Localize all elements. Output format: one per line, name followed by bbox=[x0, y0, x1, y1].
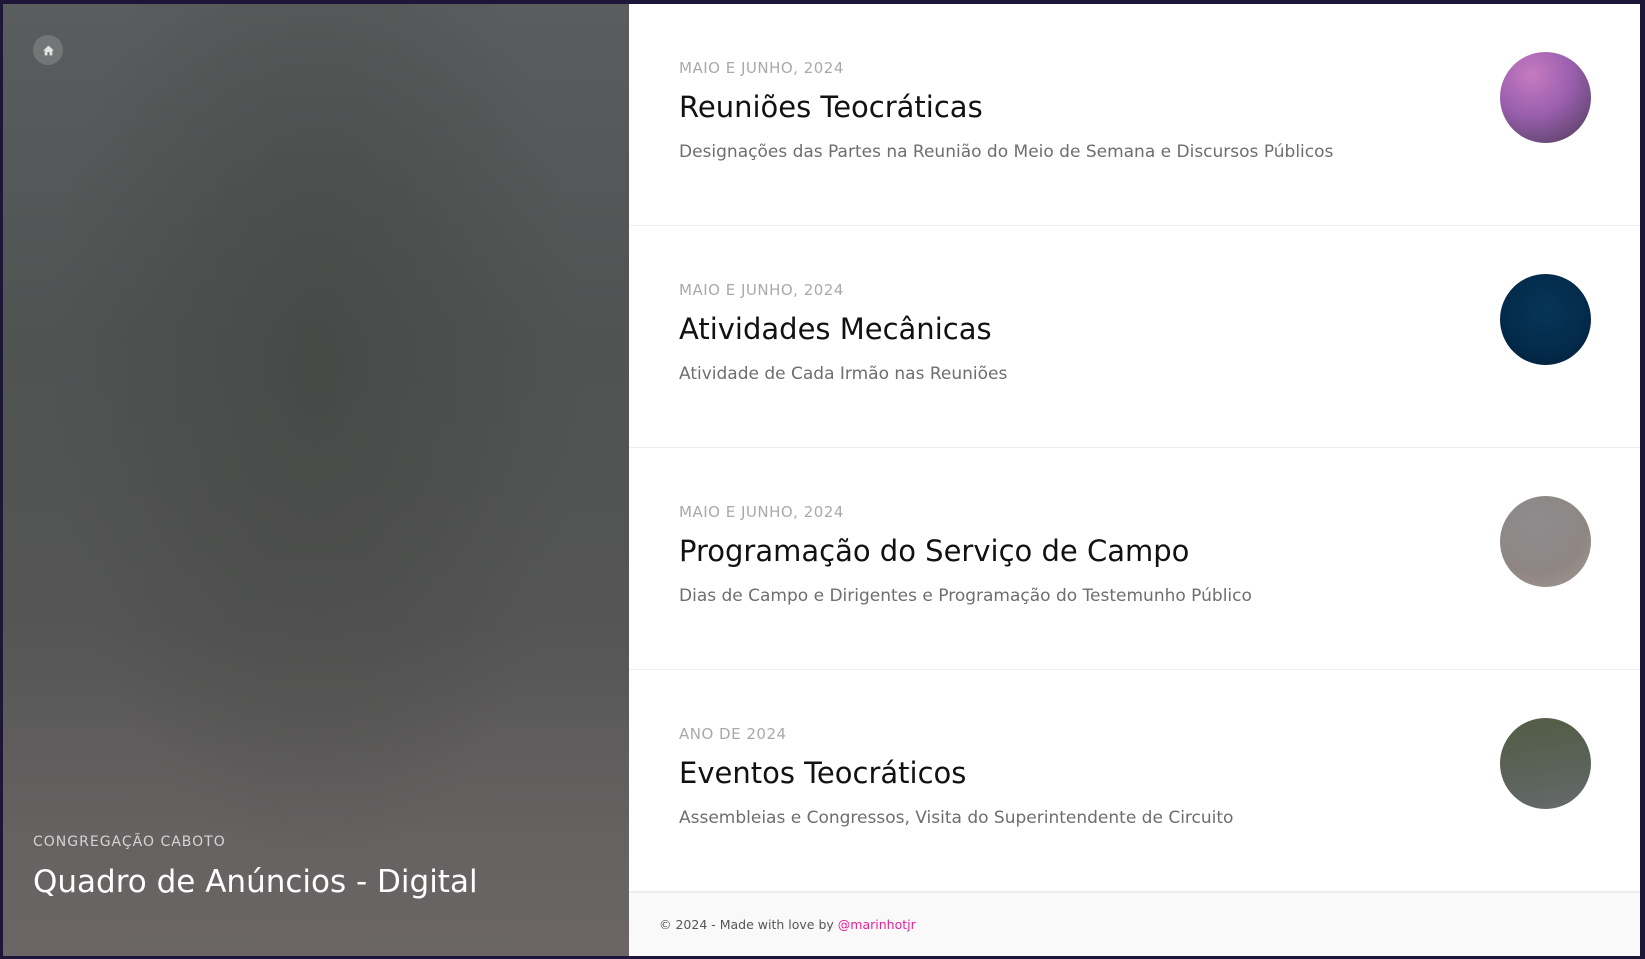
card-period: MAIO E JUNHO, 2024 bbox=[679, 59, 844, 77]
home-button[interactable] bbox=[33, 35, 63, 65]
announcement-card-atividades[interactable]: MAIO E JUNHO, 2024 Atividades Mecânicas … bbox=[629, 226, 1640, 448]
card-title[interactable]: Eventos Teocráticos bbox=[679, 756, 966, 790]
announcement-card-reunioes[interactable]: MAIO E JUNHO, 2024 Reuniões Teocráticas … bbox=[629, 4, 1640, 226]
announcement-card-servico-de-campo[interactable]: MAIO E JUNHO, 2024 Programação do Serviç… bbox=[629, 448, 1640, 670]
card-period: MAIO E JUNHO, 2024 bbox=[679, 503, 844, 521]
card-thumbnail bbox=[1500, 496, 1591, 587]
home-icon bbox=[42, 44, 55, 57]
card-title[interactable]: Programação do Serviço de Campo bbox=[679, 534, 1189, 568]
card-period: MAIO E JUNHO, 2024 bbox=[679, 281, 844, 299]
card-description: Assembleias e Congressos, Visita do Supe… bbox=[679, 808, 1234, 828]
card-thumbnail bbox=[1500, 52, 1591, 143]
card-description: Atividade de Cada Irmão nas Reuniões bbox=[679, 364, 1008, 384]
footer-text: © 2024 - Made with love by bbox=[659, 917, 834, 932]
card-thumbnail bbox=[1500, 718, 1591, 809]
card-description: Designações das Partes na Reunião do Mei… bbox=[679, 142, 1334, 162]
app-frame: CONGREGAÇÃO CABOTO Quadro de Anúncios - … bbox=[3, 4, 1640, 956]
announcement-card-eventos[interactable]: ANO DE 2024 Eventos Teocráticos Assemble… bbox=[629, 670, 1640, 892]
sidebar-heading: CONGREGAÇÃO CABOTO Quadro de Anúncios - … bbox=[33, 834, 478, 900]
card-period: ANO DE 2024 bbox=[679, 725, 787, 743]
footer: © 2024 - Made with love by @marinhotjr bbox=[629, 892, 1640, 956]
announcement-list: MAIO E JUNHO, 2024 Reuniões Teocráticas … bbox=[629, 4, 1640, 956]
card-thumbnail bbox=[1500, 274, 1591, 365]
card-description: Dias de Campo e Dirigentes e Programação… bbox=[679, 586, 1252, 606]
page-title: Quadro de Anúncios - Digital bbox=[33, 864, 478, 900]
card-title[interactable]: Reuniões Teocráticas bbox=[679, 90, 983, 124]
author-link[interactable]: @marinhotjr bbox=[838, 917, 916, 932]
card-title[interactable]: Atividades Mecânicas bbox=[679, 312, 992, 346]
sidebar: CONGREGAÇÃO CABOTO Quadro de Anúncios - … bbox=[3, 4, 629, 956]
congregation-name: CONGREGAÇÃO CABOTO bbox=[33, 834, 226, 850]
